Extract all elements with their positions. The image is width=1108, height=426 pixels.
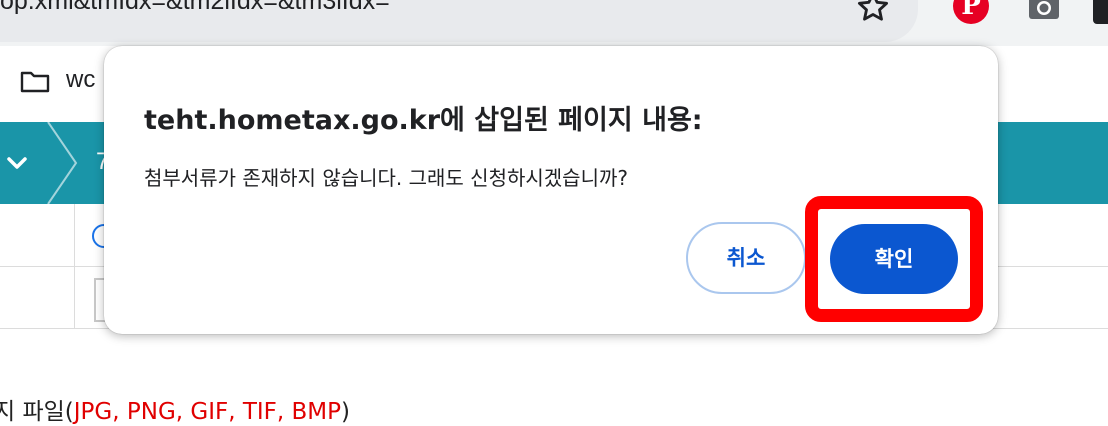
chevron-right-icon (47, 122, 78, 204)
extension-icon[interactable] (1093, 0, 1108, 24)
file-note-types: JPG, PNG, GIF, TIF, BMP (73, 399, 342, 425)
pinterest-icon[interactable]: P (953, 0, 989, 24)
file-type-note: 지 파일(JPG, PNG, GIF, TIF, BMP) (0, 392, 350, 426)
dialog-message: 첨부서류가 존재하지 않습니다. 그래도 신청하시겠습니까? (144, 166, 629, 190)
file-note-suffix: ) (341, 399, 351, 425)
cancel-button[interactable]: 취소 (686, 222, 806, 294)
url-text: op.xml&tmIdx=&tm2lIdx=&tm3lIdx= (0, 0, 390, 15)
folder-icon (20, 71, 50, 93)
dialog-title: teht.hometax.go.kr에 삽입된 페이지 내용: (144, 105, 703, 136)
bookmark-label[interactable]: wc (66, 66, 95, 94)
camera-icon[interactable] (1028, 0, 1060, 22)
address-bar[interactable]: op.xml&tmIdx=&tm2lIdx=&tm3lIdx= (0, 0, 918, 42)
browser-toolbar: op.xml&tmIdx=&tm2lIdx=&tm3lIdx= P (0, 0, 1108, 46)
table-column-divider (74, 204, 75, 328)
highlight-annotation (805, 196, 983, 322)
chevron-down-icon[interactable] (4, 150, 30, 176)
star-icon[interactable] (856, 0, 890, 24)
file-note-prefix: 지 파일( (0, 399, 74, 425)
